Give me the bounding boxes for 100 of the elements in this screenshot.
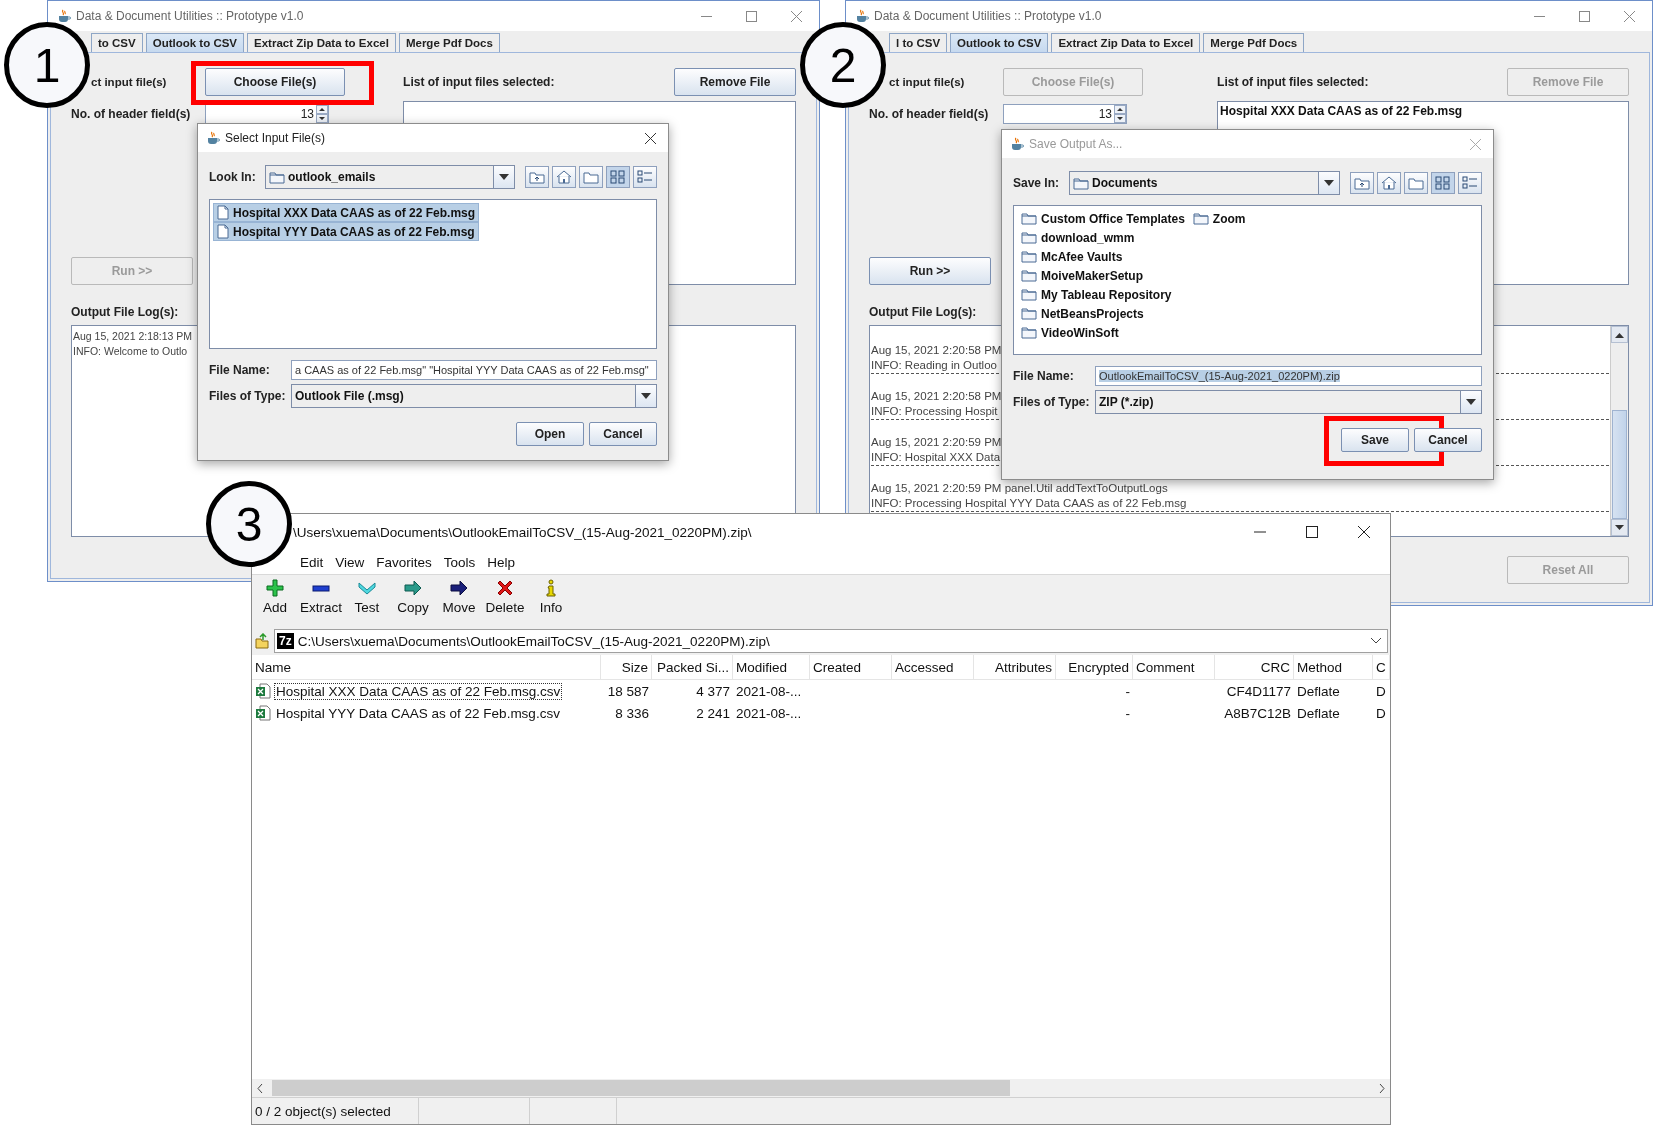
column-header[interactable]: Created xyxy=(810,655,892,680)
log-line: Aug 15, 2021 2:20:59 PM panel.Util addTextToOutputLogs xyxy=(871,481,1168,496)
file-name[interactable]: Hospital YYY Data CAAS as of 22 Feb.msg.csv xyxy=(274,704,562,722)
tab[interactable]: Extract Zip Data to Excel xyxy=(247,33,396,52)
file-item[interactable]: NetBeansProjects xyxy=(1017,304,1189,323)
remove-file-button[interactable]: Remove File xyxy=(674,68,796,96)
toolbar-button[interactable] xyxy=(1458,172,1482,194)
tab[interactable]: to CSV xyxy=(91,33,143,52)
tab[interactable]: Merge Pdf Docs xyxy=(398,33,500,52)
toolbar-button[interactable] xyxy=(1377,172,1401,194)
run-button[interactable]: Run >> xyxy=(869,257,991,285)
dialog-button[interactable]: Save xyxy=(1341,428,1409,452)
close-icon[interactable] xyxy=(1358,526,1370,538)
column-header[interactable]: Accessed xyxy=(892,655,974,680)
folder-combo[interactable]: outlook_emails xyxy=(265,165,515,189)
scroll-up-icon[interactable] xyxy=(1615,331,1624,338)
file-name-field[interactable]: OutlookEmailToCSV_(15-Aug-2021_0220PM).zip xyxy=(1095,366,1482,386)
file-item[interactable]: MoiveMakerSetup xyxy=(1017,266,1189,285)
spreadsheet-file-icon xyxy=(255,683,271,699)
maximize-icon[interactable] xyxy=(1306,526,1318,538)
list-item[interactable]: Hospital XXX Data CAAS as of 22 Feb.msg xyxy=(1220,104,1626,118)
toolbar-button[interactable] xyxy=(1431,172,1455,194)
column-header[interactable]: CRC xyxy=(1215,655,1294,680)
dropdown-arrow-icon[interactable] xyxy=(499,174,509,180)
menu-item[interactable]: View xyxy=(329,554,371,570)
horizontal-scrollbar[interactable] xyxy=(252,1079,1390,1097)
tab[interactable]: Outlook to CSV xyxy=(950,33,1049,52)
tab[interactable]: Outlook to CSV xyxy=(145,33,245,52)
file-type-combo[interactable]: ZIP (*.zip) xyxy=(1095,390,1482,414)
column-header[interactable]: Size xyxy=(601,655,652,680)
number-spinner[interactable]: 13 xyxy=(205,104,329,124)
file-item[interactable]: Hospital YYY Data CAAS as of 22 Feb.msg xyxy=(213,222,480,241)
scroll-down-icon[interactable] xyxy=(1615,524,1624,531)
toolbar-button[interactable]: Add xyxy=(252,579,298,615)
chevron-down-icon[interactable] xyxy=(1371,638,1381,644)
column-header[interactable]: Method xyxy=(1294,655,1373,680)
window-title: \Users\xuema\Documents\OutlookEmailToCSV_(15-Aug-2021_0220PM).zip\ xyxy=(293,524,752,540)
up-folder-icon xyxy=(529,170,545,184)
column-header[interactable]: Attributes xyxy=(974,655,1056,680)
file-item[interactable]: Hospital XXX Data CAAS as of 22 Feb.msg xyxy=(213,203,480,222)
toolbar-button[interactable] xyxy=(525,166,549,188)
column-header[interactable]: Modified xyxy=(733,655,810,680)
file-item[interactable]: Custom Office Templates xyxy=(1017,209,1189,228)
toolbar-button[interactable]: Copy xyxy=(390,579,436,615)
toolbar-button[interactable]: Move xyxy=(436,579,482,615)
list-label: List of input files selected: xyxy=(1217,75,1369,89)
file-item[interactable]: McAfee Vaults xyxy=(1017,247,1189,266)
spinner-arrows-icon[interactable] xyxy=(316,105,328,123)
spreadsheet-file-icon xyxy=(255,705,271,721)
dialog-button[interactable]: Cancel xyxy=(589,422,657,446)
file-item[interactable]: download_wmm xyxy=(1017,228,1189,247)
tab[interactable]: Merge Pdf Docs xyxy=(1203,33,1305,52)
chevron-down-icon xyxy=(358,579,376,597)
column-header[interactable]: C xyxy=(1373,655,1390,680)
field-label: No. of header field(s) xyxy=(71,107,192,121)
spinner-arrows-icon[interactable] xyxy=(1114,105,1126,123)
tab[interactable]: Extract Zip Data to Excel xyxy=(1051,33,1201,52)
vertical-scrollbar[interactable] xyxy=(1610,326,1628,536)
tab[interactable]: l to CSV xyxy=(889,33,948,52)
folder-icon xyxy=(1021,250,1037,263)
menu-item[interactable]: Favorites xyxy=(370,554,438,570)
toolbar-button[interactable]: Delete xyxy=(482,579,528,615)
file-item[interactable]: VideoWinSoft xyxy=(1017,323,1189,342)
column-header[interactable]: Name xyxy=(252,655,601,680)
home-icon xyxy=(556,170,572,184)
folder-icon xyxy=(1192,212,1209,225)
menu-item[interactable]: Help xyxy=(481,554,522,570)
toolbar-button[interactable] xyxy=(552,166,576,188)
toolbar-button[interactable] xyxy=(579,166,603,188)
toolbar-button[interactable] xyxy=(633,166,657,188)
toolbar-button[interactable]: Extract xyxy=(298,579,344,615)
dialog-button[interactable]: Open xyxy=(516,422,584,446)
dropdown-arrow-icon[interactable] xyxy=(1324,180,1334,186)
close-icon[interactable] xyxy=(645,132,656,144)
log-line: INFO: Hospital XXX Data xyxy=(871,450,1001,465)
file-item[interactable]: Zoom xyxy=(1188,209,1250,228)
folder-combo[interactable]: Documents xyxy=(1069,171,1340,195)
dropdown-arrow-icon[interactable] xyxy=(641,393,651,399)
dropdown-arrow-icon[interactable] xyxy=(1466,399,1476,405)
column-header[interactable]: Encrypted xyxy=(1056,655,1133,680)
path-field[interactable]: 7z C:\Users\xuema\Documents\OutlookEmailToCSV_(15-Aug-2021_0220PM).zip\ xyxy=(274,629,1388,653)
table-cell-text: D xyxy=(1375,704,1387,723)
dialog-button[interactable]: Cancel xyxy=(1414,428,1482,452)
toolbar-button[interactable] xyxy=(606,166,630,188)
column-header[interactable]: Comment xyxy=(1133,655,1215,680)
menu-item[interactable]: Edit xyxy=(294,554,330,570)
toolbar-button[interactable] xyxy=(1404,172,1428,194)
window-title: Data & Document Utilities :: Prototype v1.0 xyxy=(874,9,1102,23)
toolbar-button[interactable] xyxy=(1350,172,1374,194)
up-folder-icon[interactable] xyxy=(254,633,270,649)
menu-item[interactable]: Tools xyxy=(437,554,482,570)
file-item[interactable]: My Tableau Repository xyxy=(1017,285,1189,304)
file-name-field[interactable]: a CAAS as of 22 Feb.msg" "Hospital YYY Data CAAS as of 22 Feb.msg" xyxy=(291,360,657,380)
column-header[interactable]: Packed Si... xyxy=(652,655,733,680)
file-name[interactable]: Hospital XXX Data CAAS as of 22 Feb.msg.csv xyxy=(274,682,563,700)
toolbar-button[interactable]: Info xyxy=(528,579,574,615)
choose-files-button[interactable]: Choose File(s) xyxy=(205,68,345,96)
toolbar-button[interactable]: Test xyxy=(344,579,390,615)
number-spinner[interactable]: 13 xyxy=(1003,104,1127,124)
file-type-combo[interactable]: Outlook File (.msg) xyxy=(291,384,657,408)
